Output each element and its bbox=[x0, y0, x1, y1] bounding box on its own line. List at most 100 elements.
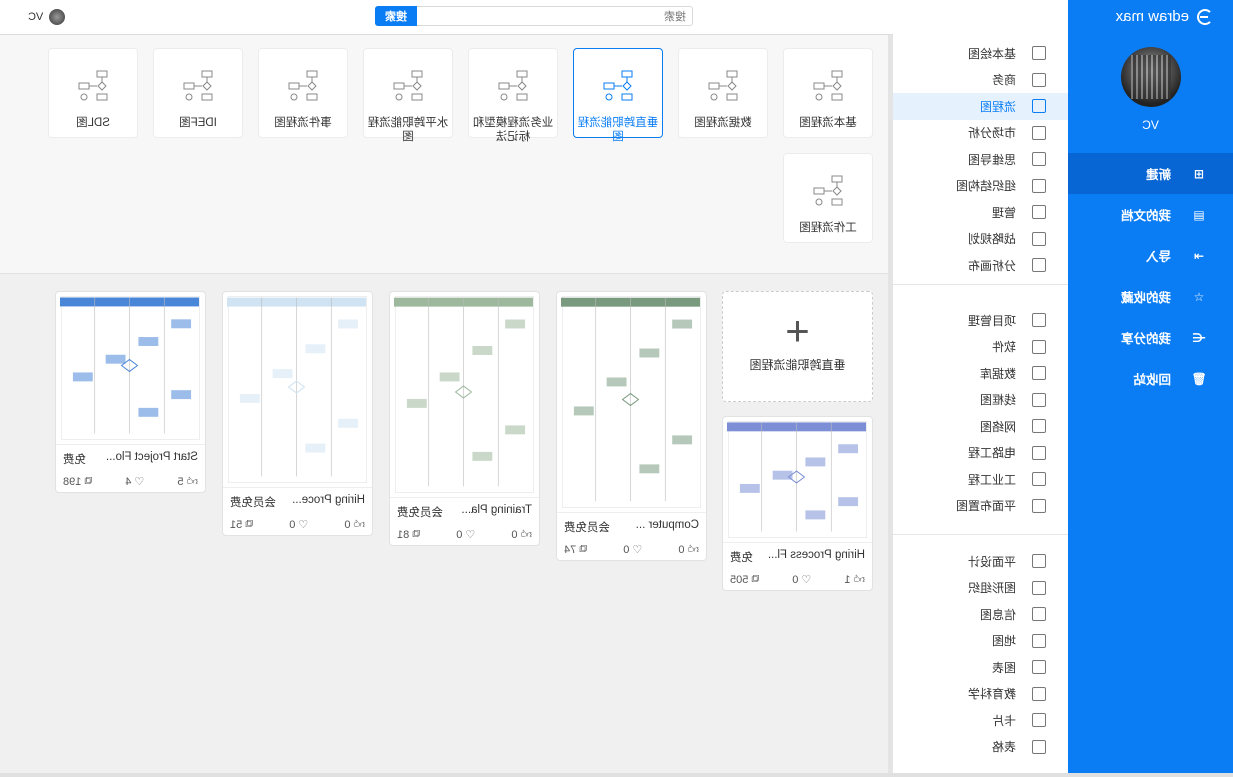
copies-count: 74 bbox=[564, 543, 577, 556]
nav-item-4[interactable]: ⋲ 我的分享 bbox=[1068, 317, 1233, 358]
nav-item-label: 导入 bbox=[1145, 250, 1171, 264]
copies: ⧉ 198 bbox=[63, 475, 92, 488]
nav-item-2[interactable]: ⇥ 导入 bbox=[1068, 235, 1233, 276]
nav-item-0[interactable]: ⊞ 新建 bbox=[1068, 153, 1233, 194]
nav-item-3[interactable]: ☆ 我的收藏 bbox=[1068, 276, 1233, 317]
category-label: 线框图 bbox=[979, 393, 1016, 408]
top-bar: 搜索 VC bbox=[0, 0, 893, 35]
new-blank-diagram-card[interactable]: + 垂直跨职能流程图 bbox=[722, 291, 873, 402]
category-item[interactable]: 教育科学 bbox=[893, 681, 1068, 708]
horizontal-scrollbar[interactable] bbox=[0, 773, 1233, 777]
favorites[interactable]: ♡ 4 bbox=[125, 475, 145, 489]
category-item[interactable]: 市场分析 bbox=[893, 120, 1068, 147]
diagram-type-card[interactable]: 工作流程图 bbox=[783, 153, 873, 243]
template-card[interactable]: Computer ... 会员免费 👍︎ 0 ♡ 0 ⧉ 74 bbox=[556, 291, 707, 561]
copies: ⧉ 505 bbox=[730, 573, 759, 586]
diagram-type-label: 基本流程图 bbox=[799, 117, 857, 129]
star-icon: ☆ bbox=[1193, 289, 1205, 304]
diagram-type-card[interactable]: 垂直跨职能流程图 bbox=[573, 48, 663, 143]
category-item[interactable]: 平面布置图 bbox=[893, 493, 1068, 520]
template-thumbnail bbox=[227, 296, 367, 483]
vertical-scrollbar[interactable] bbox=[888, 35, 893, 777]
category-label: 工业工程 bbox=[967, 472, 1016, 487]
category-icon bbox=[1032, 72, 1046, 87]
category-item[interactable]: 图表 bbox=[893, 654, 1068, 681]
diagram-type-card[interactable]: 事件流程图 bbox=[258, 48, 348, 138]
category-item[interactable]: 网络图 bbox=[893, 413, 1068, 440]
likes[interactable]: 👍︎ 0 bbox=[678, 543, 699, 557]
category-item[interactable]: 电路工程 bbox=[893, 440, 1068, 467]
category-item[interactable]: 战略规划 bbox=[893, 226, 1068, 253]
likes[interactable]: 👍︎ 0 bbox=[344, 518, 365, 532]
category-item[interactable]: 商务 bbox=[893, 67, 1068, 94]
template-card[interactable]: Hiring Process Fl... 免费 👍︎ 1 ♡ 0 ⧉ 505 bbox=[722, 416, 873, 591]
diagram-type-label: 水平跨职能流程图 bbox=[367, 117, 449, 143]
category-item[interactable]: 卡片 bbox=[893, 707, 1068, 734]
category-item[interactable]: 信息图 bbox=[893, 601, 1068, 628]
hearts-count: 4 bbox=[125, 475, 132, 488]
favorites[interactable]: ♡ 0 bbox=[289, 518, 309, 532]
diagram-type-card[interactable]: 基本流程图 bbox=[783, 48, 873, 138]
diagram-type-card[interactable]: 数据流程图 bbox=[678, 48, 768, 138]
category-item[interactable]: 分析画布 bbox=[893, 252, 1068, 279]
template-card[interactable]: Hiring Proce... 会员免费 👍︎ 0 ♡ 0 ⧉ 51 bbox=[222, 291, 373, 536]
category-icon bbox=[1032, 498, 1046, 513]
template-price-tag: 会员免费 bbox=[564, 522, 610, 534]
category-icon bbox=[1032, 339, 1046, 354]
template-thumbnail bbox=[561, 296, 701, 508]
template-card[interactable]: Training Pla... 会员免费 👍︎ 0 ♡ 0 ⧉ 81 bbox=[389, 291, 540, 546]
category-item[interactable]: 组织结构图 bbox=[893, 173, 1068, 200]
category-item[interactable]: 软件 bbox=[893, 334, 1068, 361]
template-name: Hiring Process Fl... bbox=[767, 549, 865, 561]
category-item[interactable]: 地图 bbox=[893, 628, 1068, 655]
category-label: 组织结构图 bbox=[955, 179, 1016, 194]
nav-item-5[interactable]: 🗑 回收站 bbox=[1068, 358, 1233, 399]
likes[interactable]: 👍︎ 0 bbox=[511, 528, 532, 542]
category-item[interactable]: 管理 bbox=[893, 199, 1068, 226]
category-item[interactable]: 流程图 bbox=[893, 93, 1068, 120]
category-item[interactable]: 平面设计 bbox=[893, 548, 1068, 575]
search-input[interactable] bbox=[410, 8, 692, 26]
likes[interactable]: 👍︎ 1 bbox=[844, 573, 865, 587]
diagram-type-card[interactable]: SDL图 bbox=[48, 48, 138, 138]
top-user[interactable]: VC bbox=[28, 9, 66, 25]
likes[interactable]: 👍︎ 5 bbox=[177, 475, 198, 489]
diagram-type-grid: 基本流程图 数据流程图 垂直跨职能流程图 业务流程模型和标记法 水平跨职能流程图 事件流程… bbox=[0, 35, 888, 274]
copies-count: 51 bbox=[230, 518, 243, 531]
category-label: 思维导图 bbox=[967, 152, 1016, 167]
search-button[interactable]: 搜索 bbox=[375, 6, 417, 26]
template-card[interactable]: Start Project Flo... 免费 👍︎ 5 ♡ 4 ⧉ 198 bbox=[55, 291, 206, 493]
likes-count: 1 bbox=[844, 573, 851, 586]
category-icon bbox=[1032, 607, 1046, 622]
category-item[interactable]: 工业工程 bbox=[893, 466, 1068, 493]
category-label: 图表 bbox=[991, 660, 1016, 675]
category-label: 基本绘图 bbox=[967, 46, 1016, 61]
favorites[interactable]: ♡ 0 bbox=[456, 528, 475, 542]
category-item[interactable]: 思维导图 bbox=[893, 146, 1068, 173]
category-item[interactable]: 数据库 bbox=[893, 360, 1068, 387]
category-icon bbox=[1032, 392, 1046, 407]
diagram-type-card[interactable]: IDEF图 bbox=[153, 48, 243, 138]
category-item[interactable]: 项目管理 bbox=[893, 307, 1068, 334]
favorites[interactable]: ♡ 0 bbox=[623, 543, 643, 557]
copy-icon: ⧉ bbox=[751, 573, 760, 585]
diagram-type-card[interactable]: 业务流程模型和标记法 bbox=[468, 48, 558, 143]
copies: ⧉ 51 bbox=[230, 518, 253, 531]
heart-icon: ♡ bbox=[632, 544, 643, 556]
user-avatar[interactable] bbox=[1121, 47, 1181, 107]
category-item[interactable]: 基本绘图 bbox=[893, 40, 1068, 67]
template-price-tag: 免费 bbox=[63, 454, 86, 466]
category-icon bbox=[1032, 633, 1046, 648]
favorites[interactable]: ♡ 0 bbox=[792, 573, 811, 587]
heart-icon: ♡ bbox=[298, 519, 309, 531]
heart-icon: ♡ bbox=[134, 476, 145, 488]
diagram-type-icon bbox=[393, 70, 423, 101]
diagram-type-card[interactable]: 水平跨职能流程图 bbox=[363, 48, 453, 143]
category-item[interactable]: 图形组织 bbox=[893, 575, 1068, 602]
category-icon bbox=[1032, 580, 1046, 595]
category-item[interactable]: 线框图 bbox=[893, 387, 1068, 414]
divider bbox=[893, 284, 1068, 285]
template-thumbnail bbox=[727, 421, 867, 538]
nav-item-1[interactable]: ▤ 我的文档 bbox=[1068, 194, 1233, 235]
category-item[interactable]: 表格 bbox=[893, 734, 1068, 761]
